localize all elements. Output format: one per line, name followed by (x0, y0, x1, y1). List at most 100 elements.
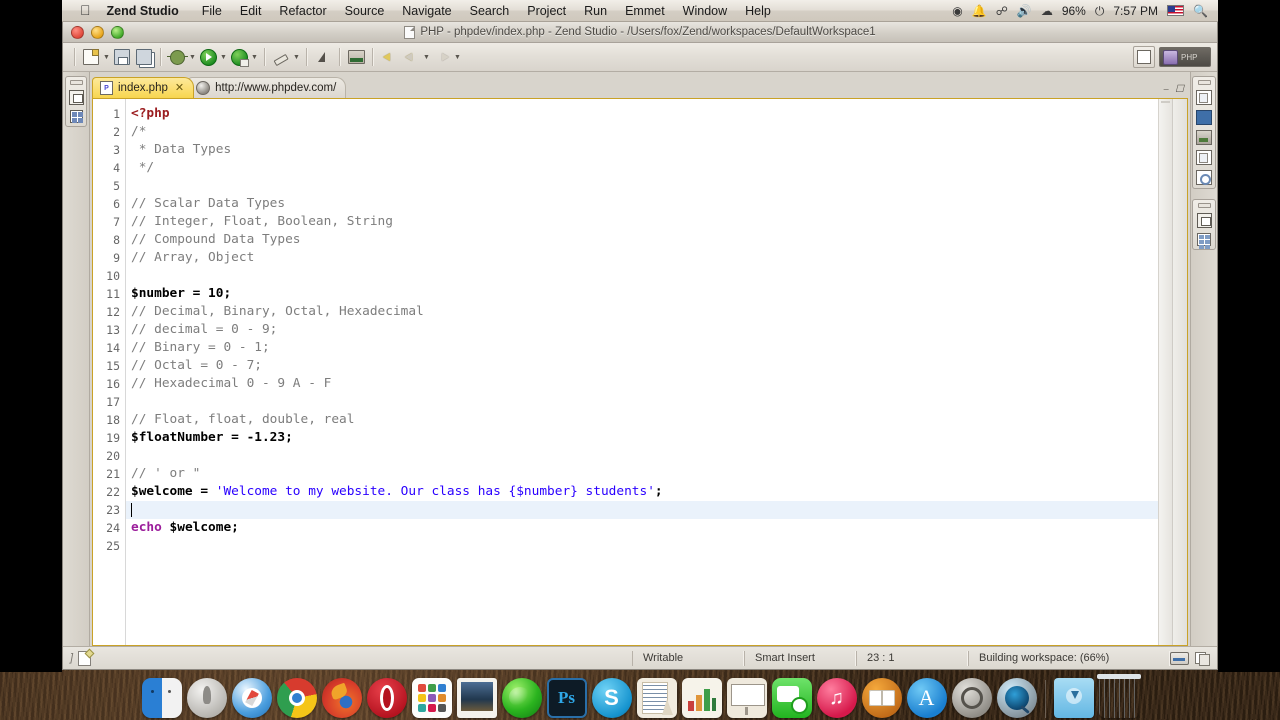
previous-dropdown[interactable]: ▼ (422, 46, 431, 68)
code-line[interactable] (131, 537, 1158, 555)
menu-app-name[interactable]: Zend Studio (105, 0, 193, 22)
editor-vertical-scrollbar[interactable] (1158, 99, 1172, 645)
dock-opera[interactable] (366, 678, 407, 718)
code-line[interactable]: /* (131, 123, 1158, 141)
debug-button[interactable] (166, 46, 188, 68)
menu-item-source[interactable]: Source (336, 0, 394, 22)
clock[interactable]: 7:57 PM (1113, 4, 1158, 18)
notification-bell-icon[interactable]: 🔔 (972, 5, 987, 17)
dock-pages[interactable] (636, 678, 677, 718)
dock-chrome[interactable] (276, 678, 317, 718)
code-line[interactable]: // Octal = 0 - 7; (131, 357, 1158, 375)
menu-item-navigate[interactable]: Navigate (393, 0, 460, 22)
drag-handle[interactable] (1197, 203, 1211, 208)
external-tools-dropdown[interactable]: ▼ (292, 46, 301, 68)
dock-messages[interactable] (771, 678, 812, 718)
menu-item-run[interactable]: Run (575, 0, 616, 22)
profile-dropdown[interactable]: ▼ (250, 46, 259, 68)
code-line[interactable]: <?php (131, 105, 1158, 123)
zoom-window-button[interactable] (111, 26, 124, 39)
drag-handle[interactable] (1197, 80, 1211, 85)
keyboard-icon[interactable] (1170, 651, 1189, 665)
apple-icon[interactable]:  (80, 3, 91, 17)
menu-item-window[interactable]: Window (674, 0, 736, 22)
volume-icon[interactable]: 🔊 (1017, 5, 1032, 17)
menu-item-refactor[interactable]: Refactor (270, 0, 335, 22)
close-icon[interactable]: ✕ (175, 82, 184, 94)
debug-dropdown[interactable]: ▼ (188, 46, 197, 68)
new-file-button[interactable] (80, 46, 102, 68)
forward-dropdown[interactable]: ▼ (453, 46, 462, 68)
previous-button[interactable] (400, 46, 422, 68)
window-title-bar[interactable]: PHP - phpdev/index.php - Zend Studio - /… (63, 22, 1217, 43)
status-progress[interactable]: Building workspace: (66%) (968, 650, 1170, 666)
browser-view-icon[interactable] (1196, 110, 1212, 125)
restore-view-icon[interactable] (68, 90, 84, 105)
tasks-view-icon[interactable] (1196, 150, 1212, 165)
dock-photos[interactable] (456, 678, 497, 718)
editor-marker-bar[interactable] (1172, 99, 1187, 645)
code-line[interactable] (131, 393, 1158, 411)
code-line[interactable]: // decimal = 0 - 9; (131, 321, 1158, 339)
new-file-dropdown[interactable]: ▼ (102, 46, 111, 68)
tab-index-php[interactable]: P index.php ✕ (92, 77, 195, 98)
code-line[interactable]: // Integer, Float, Boolean, String (131, 213, 1158, 231)
back-button[interactable] (378, 46, 400, 68)
us-flag-icon[interactable] (1167, 5, 1185, 16)
code-line[interactable] (131, 447, 1158, 465)
menu-item-help[interactable]: Help (736, 0, 780, 22)
dock-numbers[interactable] (681, 678, 722, 718)
run-button[interactable] (197, 46, 219, 68)
code-line[interactable]: // Array, Object (131, 249, 1158, 267)
code-line[interactable] (131, 177, 1158, 195)
dock-photoshop[interactable]: Ps (546, 678, 587, 718)
close-window-button[interactable] (71, 26, 84, 39)
restore-view-icon[interactable] (1196, 213, 1212, 228)
open-perspective-button[interactable] (1133, 46, 1155, 68)
dock-app-store[interactable]: A (906, 678, 947, 718)
code-line[interactable]: // Scalar Data Types (131, 195, 1158, 213)
code-line[interactable]: // Decimal, Binary, Octal, Hexadecimal (131, 303, 1158, 321)
wifi-icon[interactable]: ☁ (1041, 5, 1053, 17)
save-button[interactable] (111, 46, 133, 68)
menu-item-emmet[interactable]: Emmet (616, 0, 674, 22)
code-line[interactable]: // Binary = 0 - 1; (131, 339, 1158, 357)
dock-skype[interactable]: S (591, 678, 632, 718)
external-tools-button[interactable] (270, 46, 292, 68)
code-editor[interactable]: 1 2 3 4 5 6 7 8 9 10 11 12 13 14 15 16 17 18 19 20 21 22 23 24 2… (92, 99, 1188, 646)
dock-trash[interactable] (1096, 674, 1141, 718)
menu-item-file[interactable]: File (193, 0, 231, 22)
dock-keynote[interactable] (726, 678, 767, 718)
dock-finder[interactable] (141, 678, 182, 718)
maximize-editor-icon[interactable]: ☐ (1175, 84, 1184, 95)
outline-view-icon[interactable] (1197, 233, 1211, 249)
search-icon[interactable]: 🔍 (1193, 5, 1208, 17)
code-line[interactable] (131, 267, 1158, 285)
code-line[interactable]: // Compound Data Types (131, 231, 1158, 249)
code-line[interactable]: $number = 10; (131, 285, 1158, 303)
bluetooth-icon[interactable]: ☍ (996, 5, 1008, 17)
dock-app-grid[interactable] (411, 678, 452, 718)
profile-button[interactable] (228, 46, 250, 68)
menu-item-edit[interactable]: Edit (231, 0, 271, 22)
dock-downloads-folder[interactable] (1053, 678, 1094, 718)
run-dropdown[interactable]: ▼ (219, 46, 228, 68)
properties-view-icon[interactable] (1196, 170, 1212, 185)
code-line[interactable]: // ' or " (131, 465, 1158, 483)
code-line[interactable]: $welcome = 'Welcome to my website. Our c… (131, 483, 1158, 501)
dock-system-preferences[interactable] (951, 678, 992, 718)
menu-item-search[interactable]: Search (461, 0, 519, 22)
forward-button[interactable] (431, 46, 453, 68)
screen-record-icon[interactable]: ◉ (952, 5, 962, 17)
code-line[interactable] (126, 501, 1158, 519)
outline-view-icon[interactable] (69, 110, 83, 123)
code-line[interactable]: echo $welcome; (131, 519, 1158, 537)
drag-handle[interactable] (69, 80, 83, 85)
php-explorer-icon[interactable] (1196, 90, 1212, 105)
minimize-editor-icon[interactable]: ⎯ (1163, 84, 1168, 95)
dock-launchpad[interactable] (186, 678, 227, 718)
marker-button[interactable] (312, 46, 334, 68)
code-line[interactable]: */ (131, 159, 1158, 177)
pages-icon[interactable] (1195, 652, 1210, 666)
menu-item-project[interactable]: Project (518, 0, 575, 22)
